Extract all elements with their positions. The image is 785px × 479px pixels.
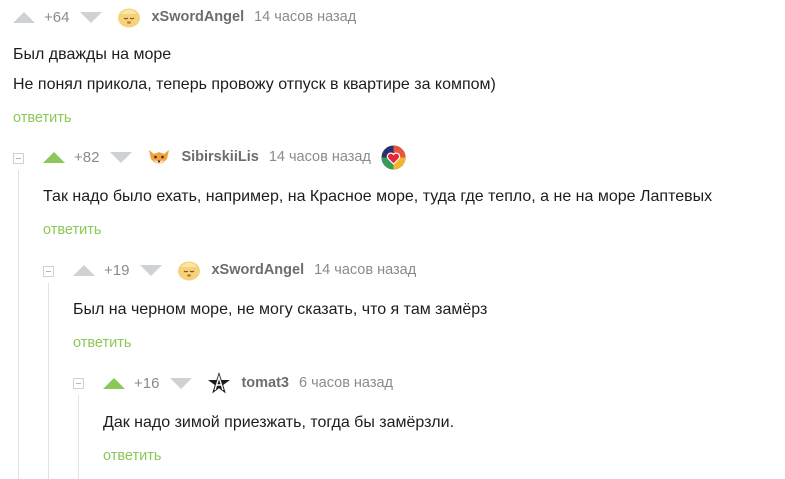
fox-avatar-icon[interactable] bbox=[146, 146, 172, 168]
comment-rating: +19 bbox=[104, 261, 130, 279]
comment-author[interactable]: tomat3 bbox=[241, 375, 289, 391]
anarchy-star-avatar-icon[interactable] bbox=[206, 372, 232, 394]
comment-text-line: Не понял прикола, теперь провожу отпуск … bbox=[13, 76, 496, 93]
comment-text-line: Дак надо зимой приезжать, тогда бы замёр… bbox=[103, 414, 455, 431]
downvote-arrow-icon[interactable] bbox=[170, 377, 193, 389]
upvote-arrow-icon[interactable] bbox=[13, 11, 35, 23]
thread-branch-line bbox=[78, 395, 79, 479]
thread-branch-line bbox=[18, 170, 19, 479]
comment-header: +16 tomat3 6 часов назад bbox=[103, 372, 393, 394]
reply-link[interactable]: ответить bbox=[73, 335, 131, 351]
comment-time: 14 часов назад bbox=[268, 149, 371, 165]
comment-time: 14 часов назад bbox=[254, 9, 357, 25]
sleeping-face-avatar-icon[interactable] bbox=[116, 6, 142, 28]
comment-rating: +82 bbox=[74, 148, 100, 166]
comment-rating: +64 bbox=[44, 8, 70, 26]
comment-text-line: Так надо было ехать, например, на Красно… bbox=[43, 188, 713, 205]
comment-time: 6 часов назад bbox=[299, 375, 394, 391]
upvote-arrow-icon[interactable] bbox=[43, 151, 65, 163]
downvote-arrow-icon[interactable] bbox=[80, 11, 103, 23]
collapse-thread-button[interactable] bbox=[13, 153, 24, 164]
sleeping-face-avatar-icon[interactable] bbox=[176, 259, 202, 281]
comment-text-line: Был на черном море, не могу сказать, что… bbox=[73, 301, 488, 318]
upvote-arrow-icon[interactable] bbox=[103, 377, 125, 389]
downvote-arrow-icon[interactable] bbox=[110, 151, 133, 163]
collapse-thread-button[interactable] bbox=[73, 378, 84, 389]
reply-link[interactable]: ответить bbox=[43, 222, 101, 238]
comment-header: +19 xSwordAngel 14 часов назад bbox=[73, 259, 416, 281]
comment-author[interactable]: xSwordAngel bbox=[211, 262, 304, 278]
comment-author[interactable]: SibirskiiLis bbox=[181, 149, 258, 165]
comment-author[interactable]: xSwordAngel bbox=[151, 9, 244, 25]
comment-header: +82 SibirskiiLis 14 часов назад bbox=[43, 145, 406, 170]
heart-badge-icon bbox=[381, 145, 406, 170]
collapse-thread-button[interactable] bbox=[43, 266, 54, 277]
comment-text-line: Был дважды на море bbox=[13, 46, 172, 63]
reply-link[interactable]: ответить bbox=[13, 110, 71, 126]
upvote-arrow-icon[interactable] bbox=[73, 264, 95, 276]
downvote-arrow-icon[interactable] bbox=[140, 264, 163, 276]
thread-branch-line bbox=[48, 283, 49, 479]
reply-link[interactable]: ответить bbox=[103, 448, 161, 464]
comment-time: 14 часов назад bbox=[314, 262, 417, 278]
comment-header: +64 xSwordAngel 14 часов назад bbox=[13, 6, 356, 28]
comment-rating: +16 bbox=[134, 374, 160, 392]
